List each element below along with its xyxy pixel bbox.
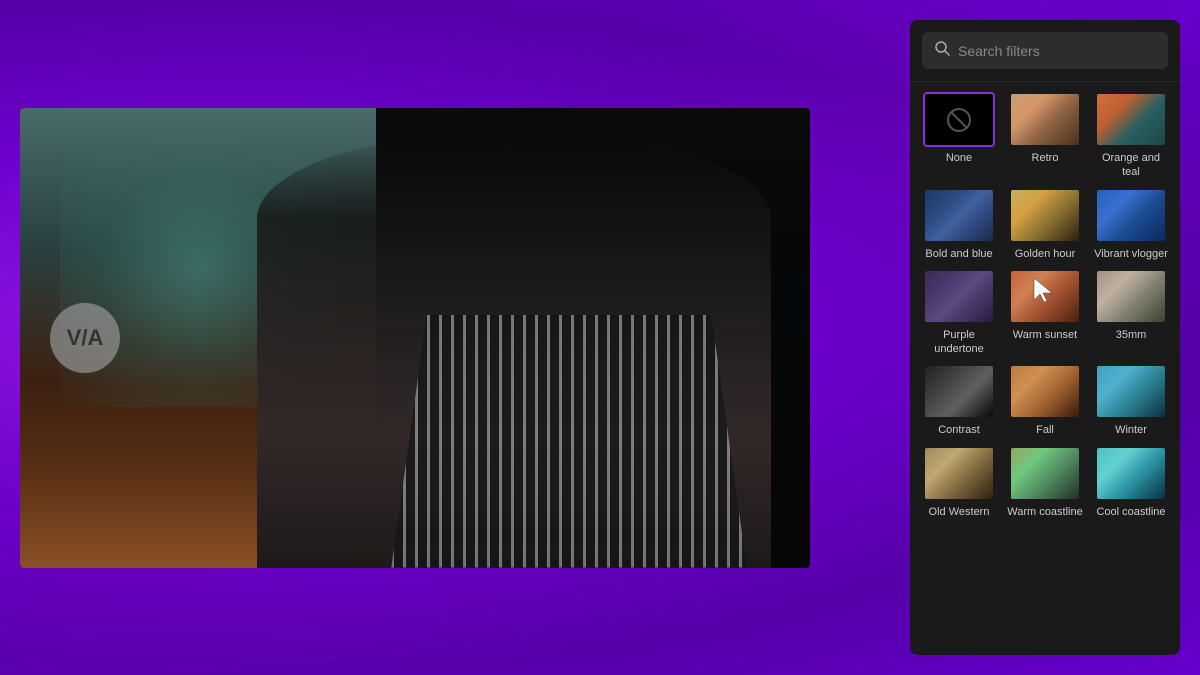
filter-label-golden-hour: Golden hour xyxy=(1015,247,1076,261)
filter-item-retro[interactable]: Retro xyxy=(1006,92,1084,180)
filter-item-winter[interactable]: Winter xyxy=(1092,364,1170,437)
filter-label-none: None xyxy=(946,151,972,165)
search-bar xyxy=(910,20,1180,82)
filter-item-bold-blue[interactable]: Bold and blue xyxy=(920,188,998,261)
filter-thumb-cool-coastline xyxy=(1095,446,1167,501)
filter-thumb-none xyxy=(923,92,995,147)
filter-thumb-35mm xyxy=(1095,269,1167,324)
main-container: V/A xyxy=(0,0,1200,675)
search-icon xyxy=(934,40,950,61)
video-inner: V/A xyxy=(20,108,810,568)
filter-item-warm-coastline[interactable]: Warm coastline xyxy=(1006,446,1084,519)
search-input[interactable] xyxy=(958,43,1156,59)
filter-thumb-contrast xyxy=(923,364,995,419)
filter-item-contrast[interactable]: Contrast xyxy=(920,364,998,437)
filter-item-orange-teal[interactable]: Orange and teal xyxy=(1092,92,1170,180)
filter-thumb-warm-coastline xyxy=(1009,446,1081,501)
filter-label-cool-coastline: Cool coastline xyxy=(1096,505,1165,519)
filter-label-fall: Fall xyxy=(1036,423,1054,437)
filter-thumb-fall xyxy=(1009,364,1081,419)
filter-thumb-vibrant-vlogger xyxy=(1095,188,1167,243)
filter-thumb-bold-blue xyxy=(923,188,995,243)
filter-item-warm-sunset[interactable]: Warm sunset xyxy=(1006,269,1084,357)
filter-thumb-warm-sunset xyxy=(1009,269,1081,324)
logo-watermark: V/A xyxy=(50,303,120,373)
shirt-stripes xyxy=(391,315,747,568)
filter-label-orange-teal: Orange and teal xyxy=(1092,151,1170,180)
filter-label-contrast: Contrast xyxy=(938,423,980,437)
filter-item-vibrant-vlogger[interactable]: Vibrant vlogger xyxy=(1092,188,1170,261)
filter-thumb-purple-undertone xyxy=(923,269,995,324)
filter-item-fall[interactable]: Fall xyxy=(1006,364,1084,437)
logo-text: V/A xyxy=(67,325,104,351)
filters-grid: None Retro Orange and teal xyxy=(910,82,1180,655)
filter-thumb-old-western xyxy=(923,446,995,501)
filter-thumb-orange-teal xyxy=(1095,92,1167,147)
filter-label-winter: Winter xyxy=(1115,423,1147,437)
filter-thumb-winter xyxy=(1095,364,1167,419)
filter-item-purple-undertone[interactable]: Purple undertone xyxy=(920,269,998,357)
filter-label-warm-sunset: Warm sunset xyxy=(1013,328,1077,342)
filter-label-warm-coastline: Warm coastline xyxy=(1007,505,1082,519)
filter-label-bold-blue: Bold and blue xyxy=(925,247,992,261)
video-preview: V/A xyxy=(20,108,810,568)
filter-label-35mm: 35mm xyxy=(1116,328,1147,342)
filter-item-none[interactable]: None xyxy=(920,92,998,180)
filter-thumb-retro xyxy=(1009,92,1081,147)
filter-item-35mm[interactable]: 35mm xyxy=(1092,269,1170,357)
filter-item-golden-hour[interactable]: Golden hour xyxy=(1006,188,1084,261)
filter-item-cool-coastline[interactable]: Cool coastline xyxy=(1092,446,1170,519)
filters-panel: None Retro Orange and teal xyxy=(910,20,1180,655)
search-input-wrapper[interactable] xyxy=(922,32,1168,69)
filter-item-old-western[interactable]: Old Western xyxy=(920,446,998,519)
filter-label-old-western: Old Western xyxy=(929,505,990,519)
filter-thumb-golden-hour xyxy=(1009,188,1081,243)
filter-label-retro: Retro xyxy=(1032,151,1059,165)
filter-label-vibrant-vlogger: Vibrant vlogger xyxy=(1094,247,1168,261)
filter-label-purple-undertone: Purple undertone xyxy=(920,328,998,357)
